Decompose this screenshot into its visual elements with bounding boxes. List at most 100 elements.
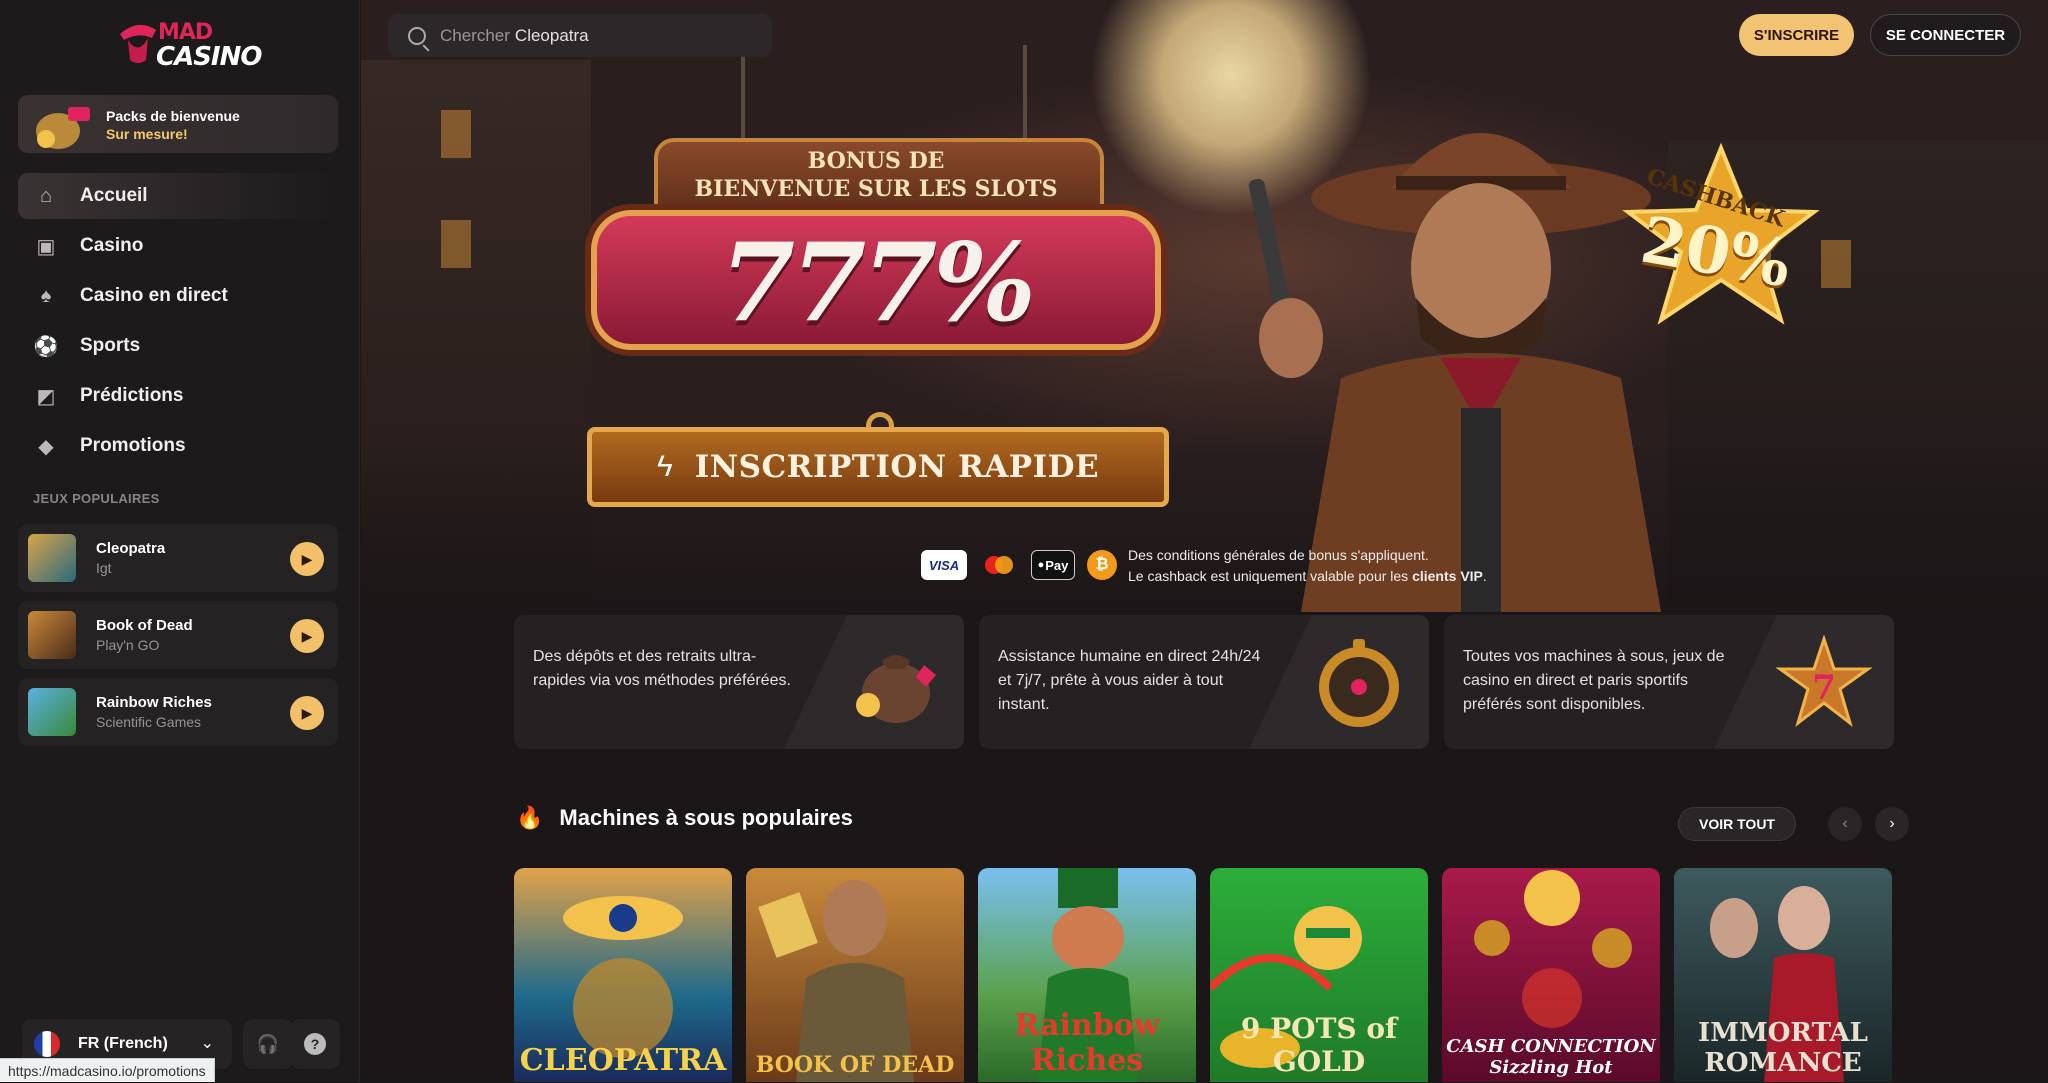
sidebar-item-casino-en-direct[interactable]: ♠ Casino en direct: [18, 273, 338, 319]
sidebar-item-label: Sports: [80, 335, 141, 356]
slot-title: CASH CONNECTION Sizzling Hot: [1446, 1036, 1656, 1078]
game-name: Rainbow Riches: [96, 694, 212, 711]
cards-icon: ♠: [40, 284, 52, 307]
chain: [1023, 45, 1027, 140]
terms-line2-suffix: .: [1482, 568, 1487, 584]
sidebar-item-label: Casino: [80, 235, 144, 256]
register-button[interactable]: S'INSCRIRE: [1739, 14, 1854, 56]
compass-icon: [1319, 639, 1399, 727]
bonus-sign: BONUS DE BIENVENUE SUR LES SLOTS 777%: [591, 45, 1161, 388]
bonus-title-line1: BONUS DE: [807, 148, 945, 174]
search-icon: [408, 26, 426, 45]
visa-icon: VISA: [921, 550, 967, 580]
feature-card-games: Toutes vos machines à sous, jeux de casi…: [1444, 615, 1894, 749]
slot-tile-immortal-romance[interactable]: IMMORTAL ROMANCE: [1674, 868, 1892, 1082]
slot-machine-icon: ▣: [36, 235, 56, 258]
sidebar-item-label: Casino en direct: [80, 285, 228, 306]
game-thumbnail: [28, 534, 76, 582]
soccer-ball-icon: ⚽: [33, 335, 59, 358]
slot-tile-cash-connection[interactable]: CASH CONNECTION Sizzling Hot: [1442, 868, 1660, 1082]
slot-title: Rainbow Riches: [1014, 1008, 1160, 1078]
mad-casino-logo[interactable]: MAD CASINO: [110, 12, 262, 74]
headset-icon: 🎧: [256, 1033, 280, 1054]
mastercard-icon: [979, 550, 1019, 580]
lightning-icon: ϟ: [656, 450, 673, 483]
explorer-character-illustration: [758, 880, 914, 1082]
feature-text: Des dépôts et des retraits ultra-rapides…: [533, 648, 791, 689]
popular-game-book-of-dead[interactable]: Book of Dead Play'n GO ▶: [18, 601, 338, 669]
game-thumbnail: [28, 611, 76, 659]
see-all-button[interactable]: VOIR TOUT: [1678, 807, 1796, 841]
game-thumbnail: [28, 688, 76, 736]
logo-line2: CASINO: [156, 42, 262, 72]
play-icon[interactable]: ▶: [290, 619, 324, 653]
carousel-prev-button[interactable]: ‹: [1828, 807, 1862, 841]
sidebar-item-accueil[interactable]: ⌂ Accueil: [18, 173, 338, 219]
terms-line2-prefix: Le cashback est uniquement valable pour …: [1128, 568, 1413, 584]
chevron-down-icon: ⌄: [200, 1035, 214, 1052]
game-name: Book of Dead: [96, 617, 193, 634]
popular-games-heading: JEUX POPULAIRES: [33, 491, 160, 506]
popular-game-cleopatra[interactable]: Cleopatra Igt ▶: [18, 524, 338, 592]
status-bar-url: https://madcasino.io/promotions: [0, 1058, 215, 1082]
question-icon: ?: [304, 1033, 326, 1055]
support-button[interactable]: 🎧: [243, 1019, 293, 1069]
bonus-value: 777%: [719, 220, 1036, 346]
help-button[interactable]: ?: [290, 1019, 340, 1069]
chain: [741, 55, 745, 140]
bonus-title-line2: BIENVENUE SUR LES SLOTS: [694, 176, 1058, 202]
quick-signup-button[interactable]: ϟ INSCRIPTION RAPIDE: [587, 427, 1169, 507]
slot-title: IMMORTAL ROMANCE: [1698, 1018, 1868, 1078]
payment-methods: VISA ● Pay ₿: [921, 550, 1117, 580]
popular-slots-heading: 🔥 Machines à sous populaires: [516, 805, 853, 831]
slot-tile-book-of-dead[interactable]: BOOK OF DEAD: [746, 868, 964, 1082]
slot-tile-9-pots-of-gold[interactable]: 9 POTS of GOLD: [1210, 868, 1428, 1082]
game-name: Cleopatra: [96, 540, 166, 557]
game-provider: Scientific Games: [96, 714, 202, 730]
apple-pay-label: Pay: [1045, 557, 1069, 573]
quick-signup-label: INSCRIPTION RAPIDE: [694, 449, 1100, 485]
terms-line2: Le cashback est uniquement valable pour …: [1128, 566, 1487, 587]
bonus-terms: Des conditions générales de bonus s'appl…: [1128, 545, 1487, 587]
slot-title: 9 POTS of GOLD: [1240, 1012, 1398, 1078]
slot-tile-cleopatra[interactable]: CLEOPATRA: [514, 868, 732, 1082]
saloon-icon: ⌂: [39, 184, 53, 207]
fire-icon: 🔥: [516, 805, 544, 830]
search-value: Cleopatra: [514, 25, 589, 45]
slot-title: BOOK OF DEAD: [755, 1052, 955, 1078]
carousel-next-button[interactable]: ›: [1875, 807, 1909, 841]
apple-icon: ●: [1037, 559, 1045, 571]
svg-text:7: 7: [1812, 668, 1836, 708]
chevron-right-icon: ›: [1889, 815, 1895, 832]
slot-tile-rainbow-riches[interactable]: Rainbow Riches: [978, 868, 1196, 1082]
login-button[interactable]: SE CONNECTER: [1870, 14, 2021, 56]
sidebar-item-predictions[interactable]: ◩ Prédictions: [18, 373, 338, 419]
popular-game-rainbow-riches[interactable]: Rainbow Riches Scientific Games ▶: [18, 678, 338, 746]
sidebar-item-label: Accueil: [80, 185, 148, 206]
play-icon[interactable]: ▶: [290, 542, 324, 576]
search-placeholder: Chercher: [440, 25, 510, 45]
search-input[interactable]: Chercher Cleopatra: [388, 14, 772, 57]
language-label: FR (French): [78, 1035, 168, 1052]
chart-card-icon: ◩: [36, 385, 56, 408]
france-flag-icon: [34, 1031, 60, 1057]
terms-line1: Des conditions générales de bonus s'appl…: [1128, 547, 1429, 563]
sidebar-item-label: Prédictions: [80, 385, 184, 406]
slot-title: CLEOPATRA: [519, 1043, 727, 1078]
sidebar-item-sports[interactable]: ⚽ Sports: [18, 323, 338, 369]
sheriff-star-icon: 7: [1776, 635, 1872, 728]
welcome-title: Packs de bienvenue: [106, 108, 240, 124]
hero-banner[interactable]: BONUS DE BIENVENUE SUR LES SLOTS 777% ϟ …: [361, 0, 2048, 620]
feature-card-support: Assistance humaine en direct 24h/24 et 7…: [979, 615, 1429, 749]
game-provider: Play'n GO: [96, 637, 160, 653]
play-icon[interactable]: ▶: [290, 696, 324, 730]
diamond-icon: ◆: [38, 435, 54, 458]
sidebar-item-casino[interactable]: ▣ Casino: [18, 223, 338, 269]
welcome-packs-banner[interactable]: Packs de bienvenue Sur mesure!: [18, 95, 338, 153]
welcome-subtitle: Sur mesure!: [106, 126, 188, 142]
window: [441, 220, 471, 268]
sidebar-item-promotions[interactable]: ◆ Promotions: [18, 423, 338, 469]
window: [441, 110, 471, 158]
main-content: BONUS DE BIENVENUE SUR LES SLOTS 777% ϟ …: [361, 0, 2048, 1082]
apple-pay-icon: ● Pay: [1031, 550, 1075, 580]
